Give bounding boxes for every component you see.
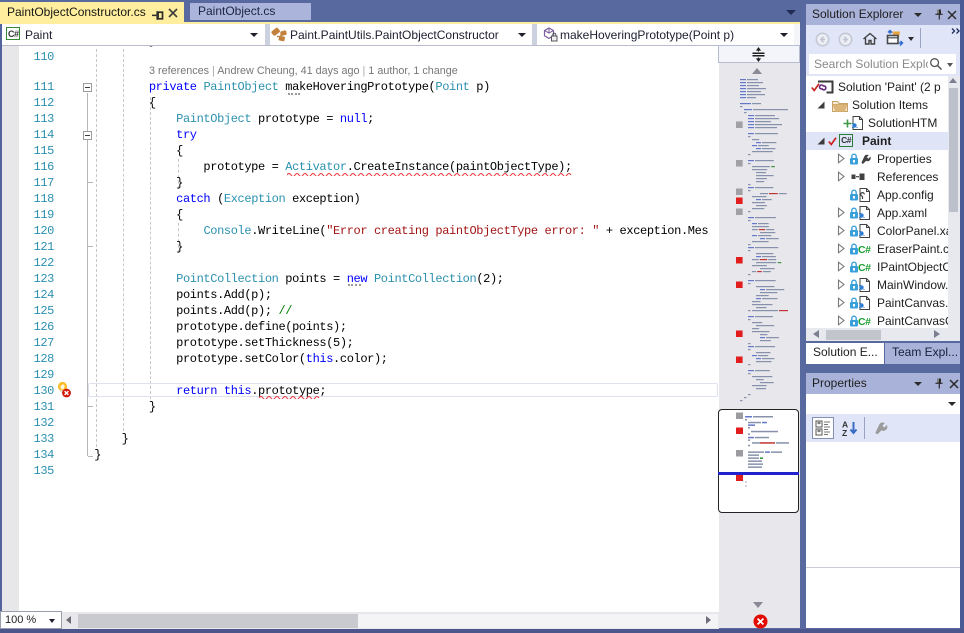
svg-text:Z: Z xyxy=(842,428,847,437)
